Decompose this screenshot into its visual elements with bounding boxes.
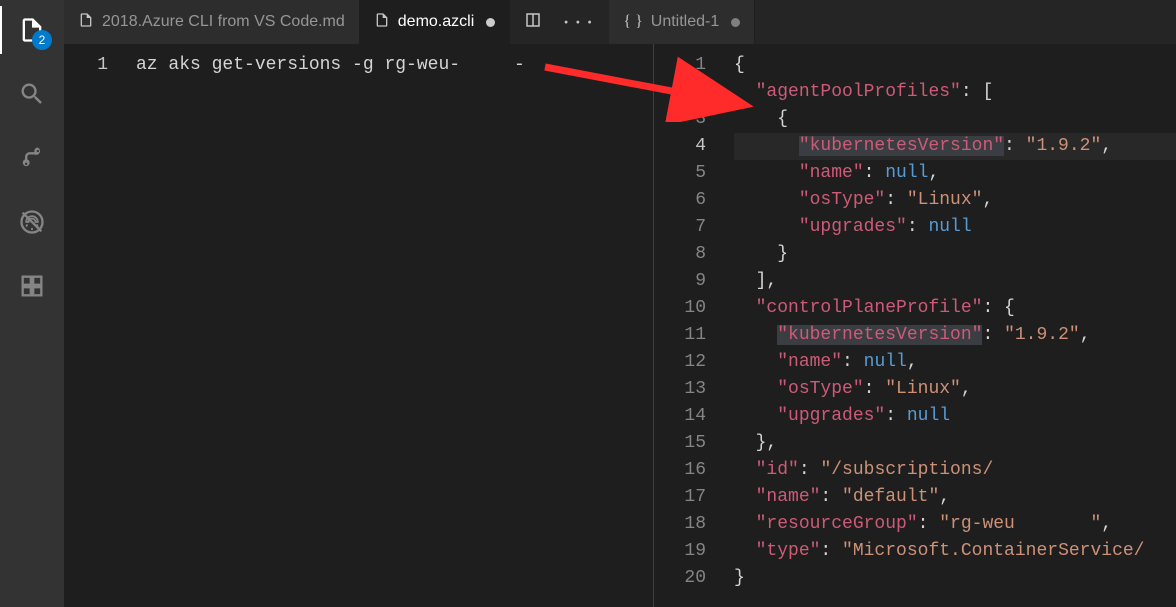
activity-bar: 2 <box>0 0 64 607</box>
activity-scm[interactable] <box>8 134 56 182</box>
gutter-left: 1 <box>64 44 126 607</box>
code-left[interactable]: az aks get-versions -g rg-weu- - <box>126 44 653 607</box>
tab-label: demo.azcli <box>398 13 474 31</box>
extensions-icon <box>18 272 46 300</box>
tab-right-0[interactable]: { } Untitled-1 <box>609 0 755 44</box>
editors-split: 1 az aks get-versions -g rg-weu- - 12345… <box>64 44 1176 607</box>
activity-search[interactable] <box>8 70 56 118</box>
search-icon <box>18 80 46 108</box>
debug-icon <box>18 208 46 236</box>
editor-actions: ··· <box>510 0 609 44</box>
braces-icon: { } <box>623 13 642 31</box>
tab-bar: 2018.Azure CLI from VS Code.md demo.azcli… <box>64 0 1176 44</box>
tab-left-0[interactable]: 2018.Azure CLI from VS Code.md <box>64 0 360 44</box>
modified-dot <box>486 18 495 27</box>
modified-dot <box>731 18 740 27</box>
main-area: 2018.Azure CLI from VS Code.md demo.azcli… <box>64 0 1176 607</box>
editor-right[interactable]: 1234567891011121314151617181920 { "agent… <box>654 44 1176 607</box>
source-control-icon <box>18 144 46 172</box>
file-icon <box>374 12 390 33</box>
gutter-right: 1234567891011121314151617181920 <box>654 44 724 607</box>
tab-label: 2018.Azure CLI from VS Code.md <box>102 13 345 31</box>
tab-label: Untitled-1 <box>651 13 719 31</box>
file-icon <box>78 12 94 33</box>
editor-left[interactable]: 1 az aks get-versions -g rg-weu- - <box>64 44 654 607</box>
activity-debug[interactable] <box>8 198 56 246</box>
explorer-badge: 2 <box>32 30 52 50</box>
tab-left-1[interactable]: demo.azcli <box>360 0 510 44</box>
split-editor-icon[interactable] <box>524 11 542 33</box>
activity-explorer[interactable]: 2 <box>8 6 56 54</box>
more-actions-icon[interactable]: ··· <box>560 10 595 34</box>
activity-extensions[interactable] <box>8 262 56 310</box>
code-right[interactable]: { "agentPoolProfiles": [ { "kubernetesVe… <box>724 44 1176 607</box>
